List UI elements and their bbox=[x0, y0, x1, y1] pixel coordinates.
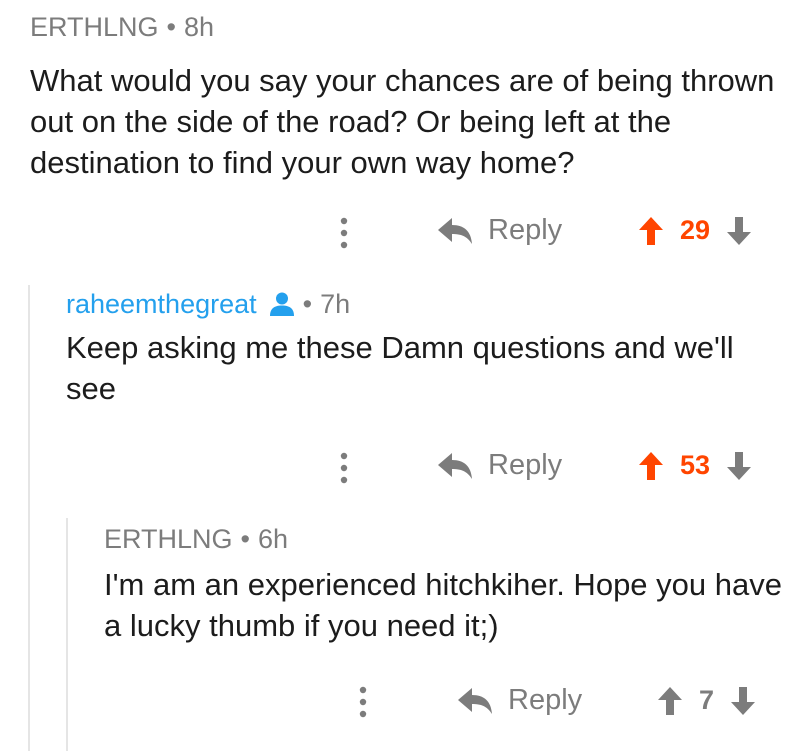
user-icon bbox=[269, 292, 294, 316]
reply-label: Reply bbox=[508, 684, 583, 716]
upvote-arrow-icon[interactable] bbox=[638, 216, 664, 246]
comment-meta: ERTHLNG • 8h bbox=[30, 10, 790, 44]
thread-line-level-2 bbox=[66, 518, 68, 751]
reply-button[interactable]: Reply bbox=[456, 684, 582, 717]
vote-controls: 7 bbox=[657, 685, 756, 716]
comment-author[interactable]: raheemthegreat bbox=[66, 287, 257, 321]
downvote-arrow-icon[interactable] bbox=[726, 216, 752, 246]
meta-separator: • bbox=[240, 524, 250, 554]
comment-body: What would you say your chances are of b… bbox=[30, 63, 775, 180]
vote-score: 53 bbox=[680, 450, 711, 480]
reply-label: Reply bbox=[488, 449, 563, 481]
vote-controls: 53 bbox=[638, 450, 752, 481]
vote-score: 29 bbox=[680, 215, 711, 245]
comment-author[interactable]: ERTHLNG bbox=[30, 10, 159, 44]
reply-button[interactable]: Reply bbox=[436, 214, 562, 247]
reply-arrow-icon bbox=[458, 687, 492, 714]
vote-controls: 29 bbox=[638, 215, 752, 246]
more-vertical-icon[interactable] bbox=[339, 216, 349, 250]
comment-meta: ERTHLNG • 6h bbox=[104, 522, 794, 556]
meta-separator: • bbox=[166, 12, 176, 42]
comment-3: ERTHLNG • 6h I'm am an experienced hitch… bbox=[104, 522, 794, 646]
comment-1: ERTHLNG • 8h What would you say your cha… bbox=[30, 10, 790, 183]
comment-timestamp: 7h bbox=[320, 289, 351, 319]
comment-timestamp: 8h bbox=[183, 12, 215, 42]
reply-label: Reply bbox=[488, 214, 563, 246]
comment-body: I'm am an experienced hitchkiher. Hope y… bbox=[104, 567, 782, 643]
upvote-arrow-icon[interactable] bbox=[657, 686, 683, 716]
comment-timestamp: 6h bbox=[257, 524, 289, 554]
thread-line-level-1 bbox=[28, 285, 30, 751]
more-vertical-icon[interactable] bbox=[339, 451, 349, 485]
comment-meta: raheemthegreat • 7h bbox=[66, 287, 786, 321]
upvote-arrow-icon[interactable] bbox=[638, 451, 664, 481]
reply-arrow-icon bbox=[438, 217, 472, 244]
downvote-arrow-icon[interactable] bbox=[726, 451, 752, 481]
comment-2: raheemthegreat • 7h Keep asking me these… bbox=[66, 287, 786, 409]
downvote-arrow-icon[interactable] bbox=[730, 686, 756, 716]
more-vertical-icon[interactable] bbox=[358, 685, 368, 719]
comment-body: Keep asking me these Damn questions and … bbox=[66, 330, 734, 406]
reply-button[interactable]: Reply bbox=[436, 449, 562, 482]
meta-separator: • bbox=[302, 289, 313, 319]
comment-author[interactable]: ERTHLNG bbox=[104, 522, 233, 556]
reply-arrow-icon bbox=[438, 452, 472, 479]
vote-score: 7 bbox=[699, 685, 715, 715]
